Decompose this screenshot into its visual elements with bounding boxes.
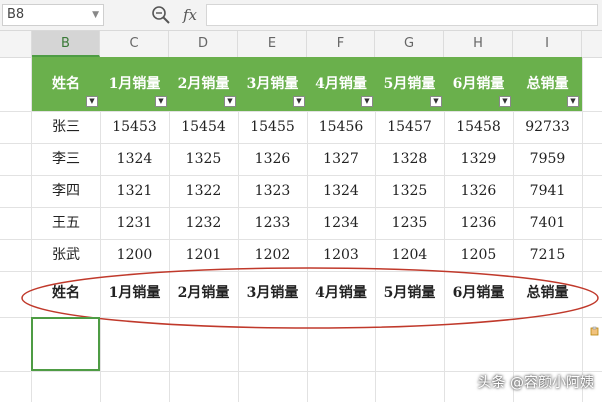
cell-value[interactable]: 15454 [169,111,238,143]
summary-cell[interactable]: 3月销量 [238,275,307,311]
filter-dropdown-icon[interactable]: ▼ [224,96,236,107]
cell-value[interactable]: 1328 [375,143,444,175]
cell-value[interactable]: 1205 [444,239,513,271]
header-cell-name[interactable]: 姓名 [32,74,100,94]
column-header-i[interactable]: I [513,31,582,57]
cell-value[interactable]: 1325 [169,143,238,175]
cell-total[interactable]: 7215 [513,239,582,271]
column-header-d[interactable]: D [169,31,238,57]
cell-value[interactable]: 15457 [375,111,444,143]
summary-cell[interactable]: 1月销量 [100,275,169,311]
cell-value[interactable]: 1326 [444,175,513,207]
header-cell-mar[interactable]: 3月销量 [238,74,307,94]
summary-cell[interactable]: 2月销量 [169,275,238,311]
cell-value[interactable]: 1232 [169,207,238,239]
cell-value[interactable]: 1326 [238,143,307,175]
header-cell-jan[interactable]: 1月销量 [100,74,169,94]
filter-dropdown-icon[interactable]: ▼ [293,96,305,107]
formula-bar: B8 ▼ fx [0,0,602,31]
selected-cell-b8[interactable] [31,317,100,371]
filter-dropdown-icon[interactable]: ▼ [155,96,167,107]
name-box[interactable]: B8 ▼ [2,4,104,26]
cell-value[interactable]: 1322 [169,175,238,207]
cell-value[interactable]: 15453 [100,111,169,143]
filter-dropdown-icon[interactable]: ▼ [361,96,373,107]
cell-total[interactable]: 7941 [513,175,582,207]
cell-value[interactable]: 1200 [100,239,169,271]
fx-icon[interactable]: fx [179,4,201,26]
name-box-value: B8 [7,7,25,22]
cell-name[interactable]: 李三 [32,143,100,175]
cell-value[interactable]: 1201 [169,239,238,271]
cell-value[interactable]: 1324 [100,143,169,175]
column-header-b[interactable]: B [32,31,100,57]
summary-cell[interactable]: 姓名 [32,275,100,311]
cell-total[interactable]: 92733 [513,111,582,143]
cell-value[interactable]: 1236 [444,207,513,239]
cell-value[interactable]: 1321 [100,175,169,207]
cell-value[interactable]: 1234 [307,207,375,239]
chevron-down-icon[interactable]: ▼ [92,5,99,25]
column-header-g[interactable]: G [375,31,444,57]
formula-input[interactable] [206,4,598,26]
header-cell-apr[interactable]: 4月销量 [307,74,375,94]
zoom-icon[interactable] [150,4,172,26]
cell-value[interactable]: 1231 [100,207,169,239]
row-header-corner[interactable] [0,31,32,57]
cell-value[interactable]: 1204 [375,239,444,271]
column-header-h[interactable]: H [444,31,513,57]
cell-value[interactable]: 1203 [307,239,375,271]
filter-dropdown-icon[interactable]: ▼ [499,96,511,107]
watermark: 头条 @容颜小阿姨 [477,375,594,391]
cell-value[interactable]: 1325 [375,175,444,207]
cell-value[interactable]: 15458 [444,111,513,143]
header-cell-feb[interactable]: 2月销量 [169,74,238,94]
cell-name[interactable]: 王五 [32,207,100,239]
cell-total[interactable]: 7959 [513,143,582,175]
cell-total[interactable]: 7401 [513,207,582,239]
column-header-row: B C D E F G H I [0,31,602,58]
header-cell-total[interactable]: 总销量 [513,74,582,94]
column-header-c[interactable]: C [100,31,169,57]
cell-value[interactable]: 1327 [307,143,375,175]
cell-name[interactable]: 张三 [32,111,100,143]
cell-value[interactable]: 1323 [238,175,307,207]
paste-options-icon[interactable] [590,326,600,336]
summary-cell[interactable]: 6月销量 [444,275,513,311]
cell-value[interactable]: 15456 [307,111,375,143]
header-cell-may[interactable]: 5月销量 [375,74,444,94]
cell-value[interactable]: 1202 [238,239,307,271]
cell-name[interactable]: 张武 [32,239,100,271]
cell-value[interactable]: 1235 [375,207,444,239]
cell-value[interactable]: 15455 [238,111,307,143]
summary-cell[interactable]: 5月销量 [375,275,444,311]
cell-name[interactable]: 李四 [32,175,100,207]
column-header-f[interactable]: F [307,31,375,57]
summary-cell[interactable]: 总销量 [513,275,582,311]
header-cell-jun[interactable]: 6月销量 [444,74,513,94]
cell-value[interactable]: 1324 [307,175,375,207]
filter-dropdown-icon[interactable]: ▼ [567,96,579,107]
cell-value[interactable]: 1329 [444,143,513,175]
filter-dropdown-icon[interactable]: ▼ [430,96,442,107]
summary-cell[interactable]: 4月销量 [307,275,375,311]
column-header-e[interactable]: E [238,31,307,57]
cell-value[interactable]: 1233 [238,207,307,239]
filter-dropdown-icon[interactable]: ▼ [86,96,98,107]
